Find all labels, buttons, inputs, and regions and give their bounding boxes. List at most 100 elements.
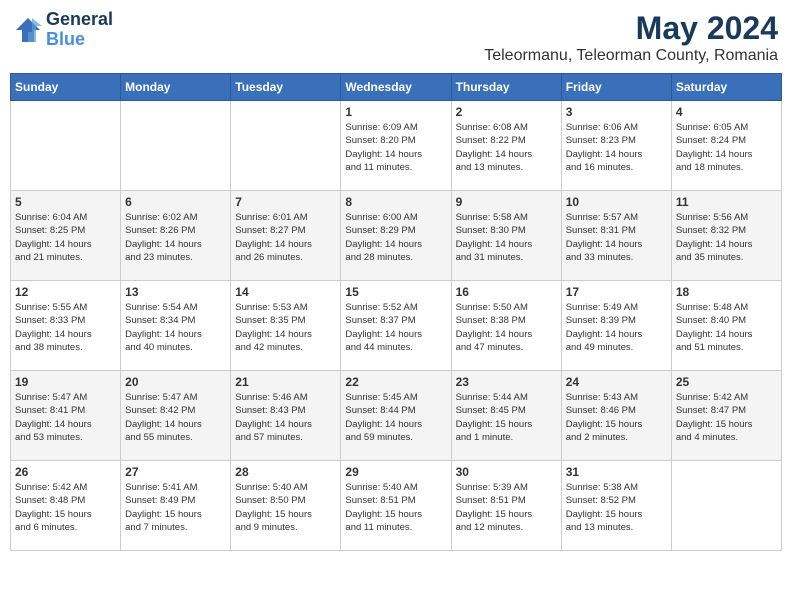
day-content: Sunrise: 5:49 AM Sunset: 8:39 PM Dayligh…: [566, 301, 667, 354]
day-content: Sunrise: 5:56 AM Sunset: 8:32 PM Dayligh…: [676, 211, 777, 264]
calendar-header-row: SundayMondayTuesdayWednesdayThursdayFrid…: [11, 74, 782, 101]
calendar-cell: 16 Sunrise: 5:50 AM Sunset: 8:38 PM Dayli…: [451, 281, 561, 371]
logo: General Blue: [14, 10, 113, 50]
calendar-cell: 10 Sunrise: 5:57 AM Sunset: 8:31 PM Dayli…: [561, 191, 671, 281]
day-content: Sunrise: 6:01 AM Sunset: 8:27 PM Dayligh…: [235, 211, 336, 264]
day-number: 26: [15, 465, 116, 479]
calendar-cell: 29 Sunrise: 5:40 AM Sunset: 8:51 PM Dayli…: [341, 461, 451, 551]
location-title: Teleormanu, Teleorman County, Romania: [484, 47, 778, 65]
calendar-week-1: 1 Sunrise: 6:09 AM Sunset: 8:20 PM Daylig…: [11, 101, 782, 191]
calendar-cell: 3 Sunrise: 6:06 AM Sunset: 8:23 PM Daylig…: [561, 101, 671, 191]
calendar-cell: [231, 101, 341, 191]
day-number: 19: [15, 375, 116, 389]
calendar-cell: 5 Sunrise: 6:04 AM Sunset: 8:25 PM Daylig…: [11, 191, 121, 281]
calendar-cell: 4 Sunrise: 6:05 AM Sunset: 8:24 PM Daylig…: [671, 101, 781, 191]
day-number: 22: [345, 375, 446, 389]
day-content: Sunrise: 6:05 AM Sunset: 8:24 PM Dayligh…: [676, 121, 777, 174]
day-number: 5: [15, 195, 116, 209]
day-number: 16: [456, 285, 557, 299]
day-content: Sunrise: 5:48 AM Sunset: 8:40 PM Dayligh…: [676, 301, 777, 354]
day-content: Sunrise: 5:57 AM Sunset: 8:31 PM Dayligh…: [566, 211, 667, 264]
calendar-cell: 18 Sunrise: 5:48 AM Sunset: 8:40 PM Dayli…: [671, 281, 781, 371]
day-header-sunday: Sunday: [11, 74, 121, 101]
day-number: 9: [456, 195, 557, 209]
day-content: Sunrise: 5:47 AM Sunset: 8:42 PM Dayligh…: [125, 391, 226, 444]
calendar-cell: 15Sunrise: 5:52 AM Sunset: 8:37 PM Dayli…: [341, 281, 451, 371]
day-content: Sunrise: 5:40 AM Sunset: 8:50 PM Dayligh…: [235, 481, 336, 534]
calendar-cell: 12Sunrise: 5:55 AM Sunset: 8:33 PM Dayli…: [11, 281, 121, 371]
day-header-monday: Monday: [121, 74, 231, 101]
day-content: Sunrise: 5:50 AM Sunset: 8:38 PM Dayligh…: [456, 301, 557, 354]
day-number: 20: [125, 375, 226, 389]
day-number: 27: [125, 465, 226, 479]
day-header-wednesday: Wednesday: [341, 74, 451, 101]
calendar-cell: [121, 101, 231, 191]
day-number: 28: [235, 465, 336, 479]
day-number: 31: [566, 465, 667, 479]
day-number: 11: [676, 195, 777, 209]
calendar-week-2: 5 Sunrise: 6:04 AM Sunset: 8:25 PM Daylig…: [11, 191, 782, 281]
calendar-cell: 25 Sunrise: 5:42 AM Sunset: 8:47 PM Dayli…: [671, 371, 781, 461]
day-number: 1: [345, 105, 446, 119]
logo-text: General Blue: [46, 10, 113, 50]
day-header-thursday: Thursday: [451, 74, 561, 101]
day-number: 15: [345, 285, 446, 299]
day-content: Sunrise: 6:06 AM Sunset: 8:23 PM Dayligh…: [566, 121, 667, 174]
day-number: 12: [15, 285, 116, 299]
day-content: Sunrise: 6:09 AM Sunset: 8:20 PM Dayligh…: [345, 121, 446, 174]
calendar-cell: 6 Sunrise: 6:02 AM Sunset: 8:26 PM Daylig…: [121, 191, 231, 281]
day-number: 4: [676, 105, 777, 119]
calendar-week-5: 26Sunrise: 5:42 AM Sunset: 8:48 PM Dayli…: [11, 461, 782, 551]
day-number: 21: [235, 375, 336, 389]
calendar-cell: 11 Sunrise: 5:56 AM Sunset: 8:32 PM Dayli…: [671, 191, 781, 281]
day-number: 10: [566, 195, 667, 209]
calendar-cell: 1 Sunrise: 6:09 AM Sunset: 8:20 PM Daylig…: [341, 101, 451, 191]
logo-line1: General: [46, 10, 113, 30]
calendar-week-3: 12Sunrise: 5:55 AM Sunset: 8:33 PM Dayli…: [11, 281, 782, 371]
calendar-cell: 7Sunrise: 6:01 AM Sunset: 8:27 PM Daylig…: [231, 191, 341, 281]
calendar-cell: 8 Sunrise: 6:00 AM Sunset: 8:29 PM Daylig…: [341, 191, 451, 281]
day-content: Sunrise: 5:45 AM Sunset: 8:44 PM Dayligh…: [345, 391, 446, 444]
calendar-cell: 27 Sunrise: 5:41 AM Sunset: 8:49 PM Dayli…: [121, 461, 231, 551]
day-header-tuesday: Tuesday: [231, 74, 341, 101]
calendar-cell: 19Sunrise: 5:47 AM Sunset: 8:41 PM Dayli…: [11, 371, 121, 461]
logo-line2: Blue: [46, 30, 113, 50]
calendar-body: 1 Sunrise: 6:09 AM Sunset: 8:20 PM Daylig…: [11, 101, 782, 551]
calendar-cell: 13 Sunrise: 5:54 AM Sunset: 8:34 PM Dayli…: [121, 281, 231, 371]
day-number: 2: [456, 105, 557, 119]
day-header-saturday: Saturday: [671, 74, 781, 101]
day-content: Sunrise: 5:43 AM Sunset: 8:46 PM Dayligh…: [566, 391, 667, 444]
day-content: Sunrise: 5:54 AM Sunset: 8:34 PM Dayligh…: [125, 301, 226, 354]
page-header: General Blue May 2024 Teleormanu, Teleor…: [10, 10, 782, 65]
calendar-cell: 24 Sunrise: 5:43 AM Sunset: 8:46 PM Dayli…: [561, 371, 671, 461]
day-number: 29: [345, 465, 446, 479]
day-number: 24: [566, 375, 667, 389]
day-number: 25: [676, 375, 777, 389]
day-content: Sunrise: 5:46 AM Sunset: 8:43 PM Dayligh…: [235, 391, 336, 444]
calendar-week-4: 19Sunrise: 5:47 AM Sunset: 8:41 PM Dayli…: [11, 371, 782, 461]
day-number: 17: [566, 285, 667, 299]
calendar-cell: 2 Sunrise: 6:08 AM Sunset: 8:22 PM Daylig…: [451, 101, 561, 191]
day-number: 6: [125, 195, 226, 209]
day-content: Sunrise: 6:02 AM Sunset: 8:26 PM Dayligh…: [125, 211, 226, 264]
day-content: Sunrise: 5:42 AM Sunset: 8:47 PM Dayligh…: [676, 391, 777, 444]
day-number: 8: [345, 195, 446, 209]
day-content: Sunrise: 5:41 AM Sunset: 8:49 PM Dayligh…: [125, 481, 226, 534]
day-content: Sunrise: 5:40 AM Sunset: 8:51 PM Dayligh…: [345, 481, 446, 534]
day-content: Sunrise: 6:08 AM Sunset: 8:22 PM Dayligh…: [456, 121, 557, 174]
day-number: 30: [456, 465, 557, 479]
calendar-cell: 28 Sunrise: 5:40 AM Sunset: 8:50 PM Dayli…: [231, 461, 341, 551]
calendar-cell: 17 Sunrise: 5:49 AM Sunset: 8:39 PM Dayli…: [561, 281, 671, 371]
day-number: 13: [125, 285, 226, 299]
month-title: May 2024: [484, 10, 778, 47]
day-content: Sunrise: 6:04 AM Sunset: 8:25 PM Dayligh…: [15, 211, 116, 264]
calendar-cell: [671, 461, 781, 551]
day-number: 14: [235, 285, 336, 299]
day-content: Sunrise: 5:58 AM Sunset: 8:30 PM Dayligh…: [456, 211, 557, 264]
day-content: Sunrise: 6:00 AM Sunset: 8:29 PM Dayligh…: [345, 211, 446, 264]
day-number: 18: [676, 285, 777, 299]
day-content: Sunrise: 5:53 AM Sunset: 8:35 PM Dayligh…: [235, 301, 336, 354]
day-header-friday: Friday: [561, 74, 671, 101]
day-number: 3: [566, 105, 667, 119]
calendar-cell: 23Sunrise: 5:44 AM Sunset: 8:45 PM Dayli…: [451, 371, 561, 461]
